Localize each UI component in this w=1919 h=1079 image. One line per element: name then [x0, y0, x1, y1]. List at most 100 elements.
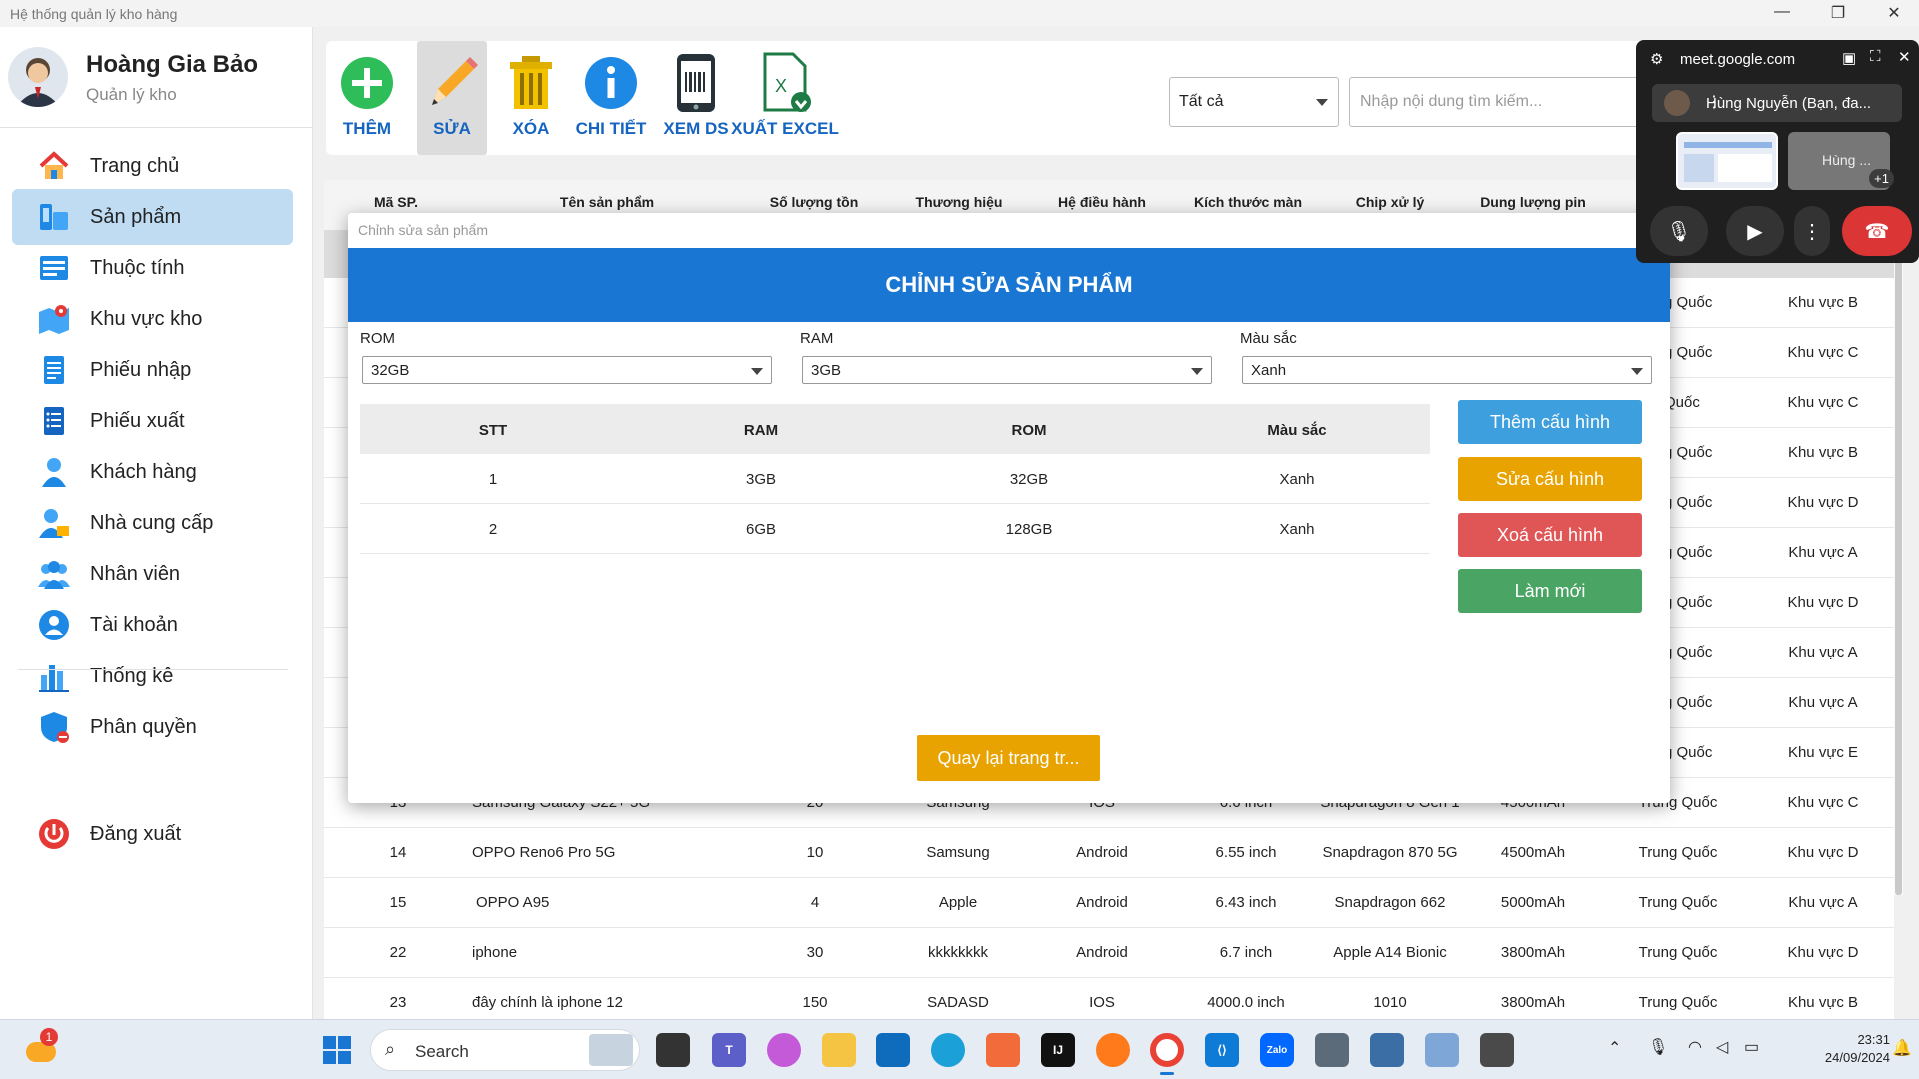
view-list-label: XEM DS	[663, 119, 729, 138]
sidebar-item-warehouse-area[interactable]: Khu vực kho	[12, 291, 293, 347]
table-row[interactable]: 14 OPPO Reno6 Pro 5G 10 Samsung Android …	[324, 828, 1894, 878]
microphone-button[interactable]: 🎙	[1650, 206, 1708, 256]
clock[interactable]: 23:31 24/09/2024	[1820, 1031, 1890, 1067]
solitaire-app[interactable]	[1315, 1033, 1349, 1067]
back-to-tab-icon[interactable]: ▣	[1842, 49, 1856, 67]
camera-button[interactable]: ▶	[1726, 206, 1784, 256]
minimize-button[interactable]: —	[1762, 3, 1802, 21]
sidebar-item-customers[interactable]: Khách hàng	[12, 444, 293, 500]
column-header[interactable]: Số lượng tồn	[770, 194, 859, 210]
sidebar-divider	[0, 127, 313, 128]
delete-button[interactable]: XÓA	[496, 41, 566, 155]
cell-qty: 4	[810, 894, 820, 911]
more-vert-icon[interactable]: ⋮	[1706, 92, 1894, 112]
add-config-button[interactable]: Thêm cấu hình	[1458, 400, 1642, 444]
intellij-app[interactable]: IJ	[1041, 1033, 1075, 1067]
file-explorer-app[interactable]	[822, 1033, 856, 1067]
sidebar-item-attributes[interactable]: Thuộc tính	[12, 240, 293, 296]
calculator-app[interactable]	[1480, 1033, 1514, 1067]
wifi-icon[interactable]: ◠	[1688, 1037, 1702, 1057]
sidebar-item-suppliers[interactable]: Nhà cung cấp	[12, 495, 293, 551]
power-icon	[36, 816, 72, 852]
color-select[interactable]: Xanh	[1242, 356, 1652, 384]
column-header[interactable]: Màu sắc	[1267, 422, 1326, 439]
sidebar-item-accounts[interactable]: Tài khoản	[12, 597, 293, 653]
user-role: Quản lý kho	[86, 85, 177, 104]
view-list-button[interactable]: XEM DS	[656, 41, 736, 155]
column-header[interactable]: ROM	[1012, 422, 1047, 439]
zalo-app[interactable]: Zalo	[1260, 1033, 1294, 1067]
paint-app[interactable]	[1425, 1033, 1459, 1067]
chrome-app[interactable]	[1150, 1033, 1184, 1067]
table-row[interactable]: 22 iphone 30 kkkkkkkk Android 6.7 inch A…	[324, 928, 1894, 978]
site-settings-icon[interactable]: ⚙	[1650, 50, 1663, 68]
volume-icon[interactable]: ◁	[1716, 1037, 1728, 1057]
weather-widget[interactable]: 1	[22, 1028, 58, 1068]
sidebar-item-label: Thống kê	[90, 664, 174, 687]
back-button[interactable]: Quay lại trang tr...	[917, 735, 1100, 781]
postman-app[interactable]	[1096, 1033, 1130, 1067]
close-icon[interactable]: ✕	[1898, 48, 1911, 66]
ram-select[interactable]: 3GB	[802, 356, 1212, 384]
column-header[interactable]: RAM	[744, 422, 778, 439]
delete-config-button[interactable]: Xoá cấu hình	[1458, 513, 1642, 557]
edit-config-button[interactable]: Sửa cấu hình	[1458, 457, 1642, 501]
column-header[interactable]: Chip xử lý	[1356, 194, 1424, 210]
sidebar-item-import-receipt[interactable]: Phiếu nhập	[12, 342, 293, 398]
task-view-button[interactable]	[656, 1033, 690, 1067]
cell-area: Khu vực D	[1787, 594, 1859, 611]
cell-area: Khu vực B	[1787, 994, 1859, 1011]
sidebar-item-home[interactable]: Trang chủ	[12, 138, 293, 194]
sidebar-item-products[interactable]: Sản phẩm	[12, 189, 293, 245]
sidebar-item-permissions[interactable]: Phân quyền	[12, 699, 293, 755]
cell-origin: Trung Quốc	[1638, 994, 1718, 1011]
sidebar-item-staff[interactable]: Nhân viên	[12, 546, 293, 602]
end-call-button[interactable]: ☎	[1842, 206, 1912, 256]
add-button[interactable]: THÊM	[332, 41, 402, 155]
logout-button[interactable]: Đăng xuất	[12, 806, 293, 862]
teams-app[interactable]: T	[712, 1033, 746, 1067]
cell-os: Android	[1076, 944, 1128, 961]
export-excel-button[interactable]: X XUẤT EXCEL	[730, 41, 840, 155]
participant-bar[interactable]: Hùng Nguyễn (Bạn, đa... ⋮	[1652, 84, 1902, 122]
column-header[interactable]: Kích thước màn	[1194, 194, 1302, 210]
rom-select[interactable]: 32GB	[362, 356, 772, 384]
search-input[interactable]: Nhập nội dung tìm kiếm...	[1349, 77, 1639, 127]
column-header[interactable]: Dung lượng pin	[1480, 194, 1586, 210]
copilot-app[interactable]	[767, 1033, 801, 1067]
sidebar-item-statistics[interactable]: Thống kê	[12, 648, 293, 704]
table-row[interactable]: 15 OPPO A95 4 Apple Android 6.43 inch Sn…	[324, 878, 1894, 928]
notification-bell-icon[interactable]: 🔔	[1892, 1038, 1912, 1058]
category-filter-select[interactable]: Tất cả	[1169, 77, 1339, 127]
participant-video-thumbnail[interactable]: Hùng ... +1	[1788, 132, 1894, 190]
fullscreen-icon[interactable]: ⛶	[1870, 48, 1881, 65]
sidebar-item-label: Nhà cung cấp	[90, 511, 214, 534]
sidebar-item-export-receipt[interactable]: Phiếu xuất	[12, 393, 293, 449]
edge-app[interactable]	[931, 1033, 965, 1067]
microsoft-store-app[interactable]	[876, 1033, 910, 1067]
microphone-icon[interactable]: 🎙	[1648, 1037, 1668, 1057]
refresh-button[interactable]: Làm mới	[1458, 569, 1642, 613]
taskbar-search[interactable]: ⌕ Search	[370, 1029, 640, 1071]
edit-button[interactable]: SỬA	[417, 41, 487, 155]
vscode-app[interactable]: ⟨⟩	[1205, 1033, 1239, 1067]
column-header[interactable]: Hệ điều hành	[1058, 194, 1146, 210]
battery-icon[interactable]: ▭	[1744, 1037, 1759, 1057]
config-row[interactable]: 2 6GB 128GB Xanh	[360, 504, 1430, 554]
column-header[interactable]: STT	[479, 422, 507, 439]
chevron-up-icon[interactable]: ⌃	[1608, 1038, 1621, 1058]
table-scrollbar-thumb[interactable]	[1895, 240, 1902, 895]
sidebar-item-label: Phiếu nhập	[90, 358, 192, 381]
column-header[interactable]: Mã SP.	[374, 194, 418, 210]
start-button[interactable]	[320, 1033, 354, 1067]
xampp-app[interactable]	[986, 1033, 1020, 1067]
maximize-button[interactable]: ❐	[1818, 3, 1858, 23]
detail-button[interactable]: CHI TIẾT	[566, 41, 656, 155]
column-header[interactable]: Thương hiệu	[916, 194, 1003, 210]
config-row[interactable]: 1 3GB 32GB Xanh	[360, 454, 1430, 504]
sql-server-app[interactable]	[1370, 1033, 1404, 1067]
more-options-button[interactable]: ⋮	[1794, 206, 1830, 256]
column-header[interactable]: Tên sản phẩm	[560, 194, 654, 210]
screen-share-thumbnail[interactable]	[1676, 132, 1778, 190]
close-button[interactable]: ✕	[1874, 3, 1914, 23]
